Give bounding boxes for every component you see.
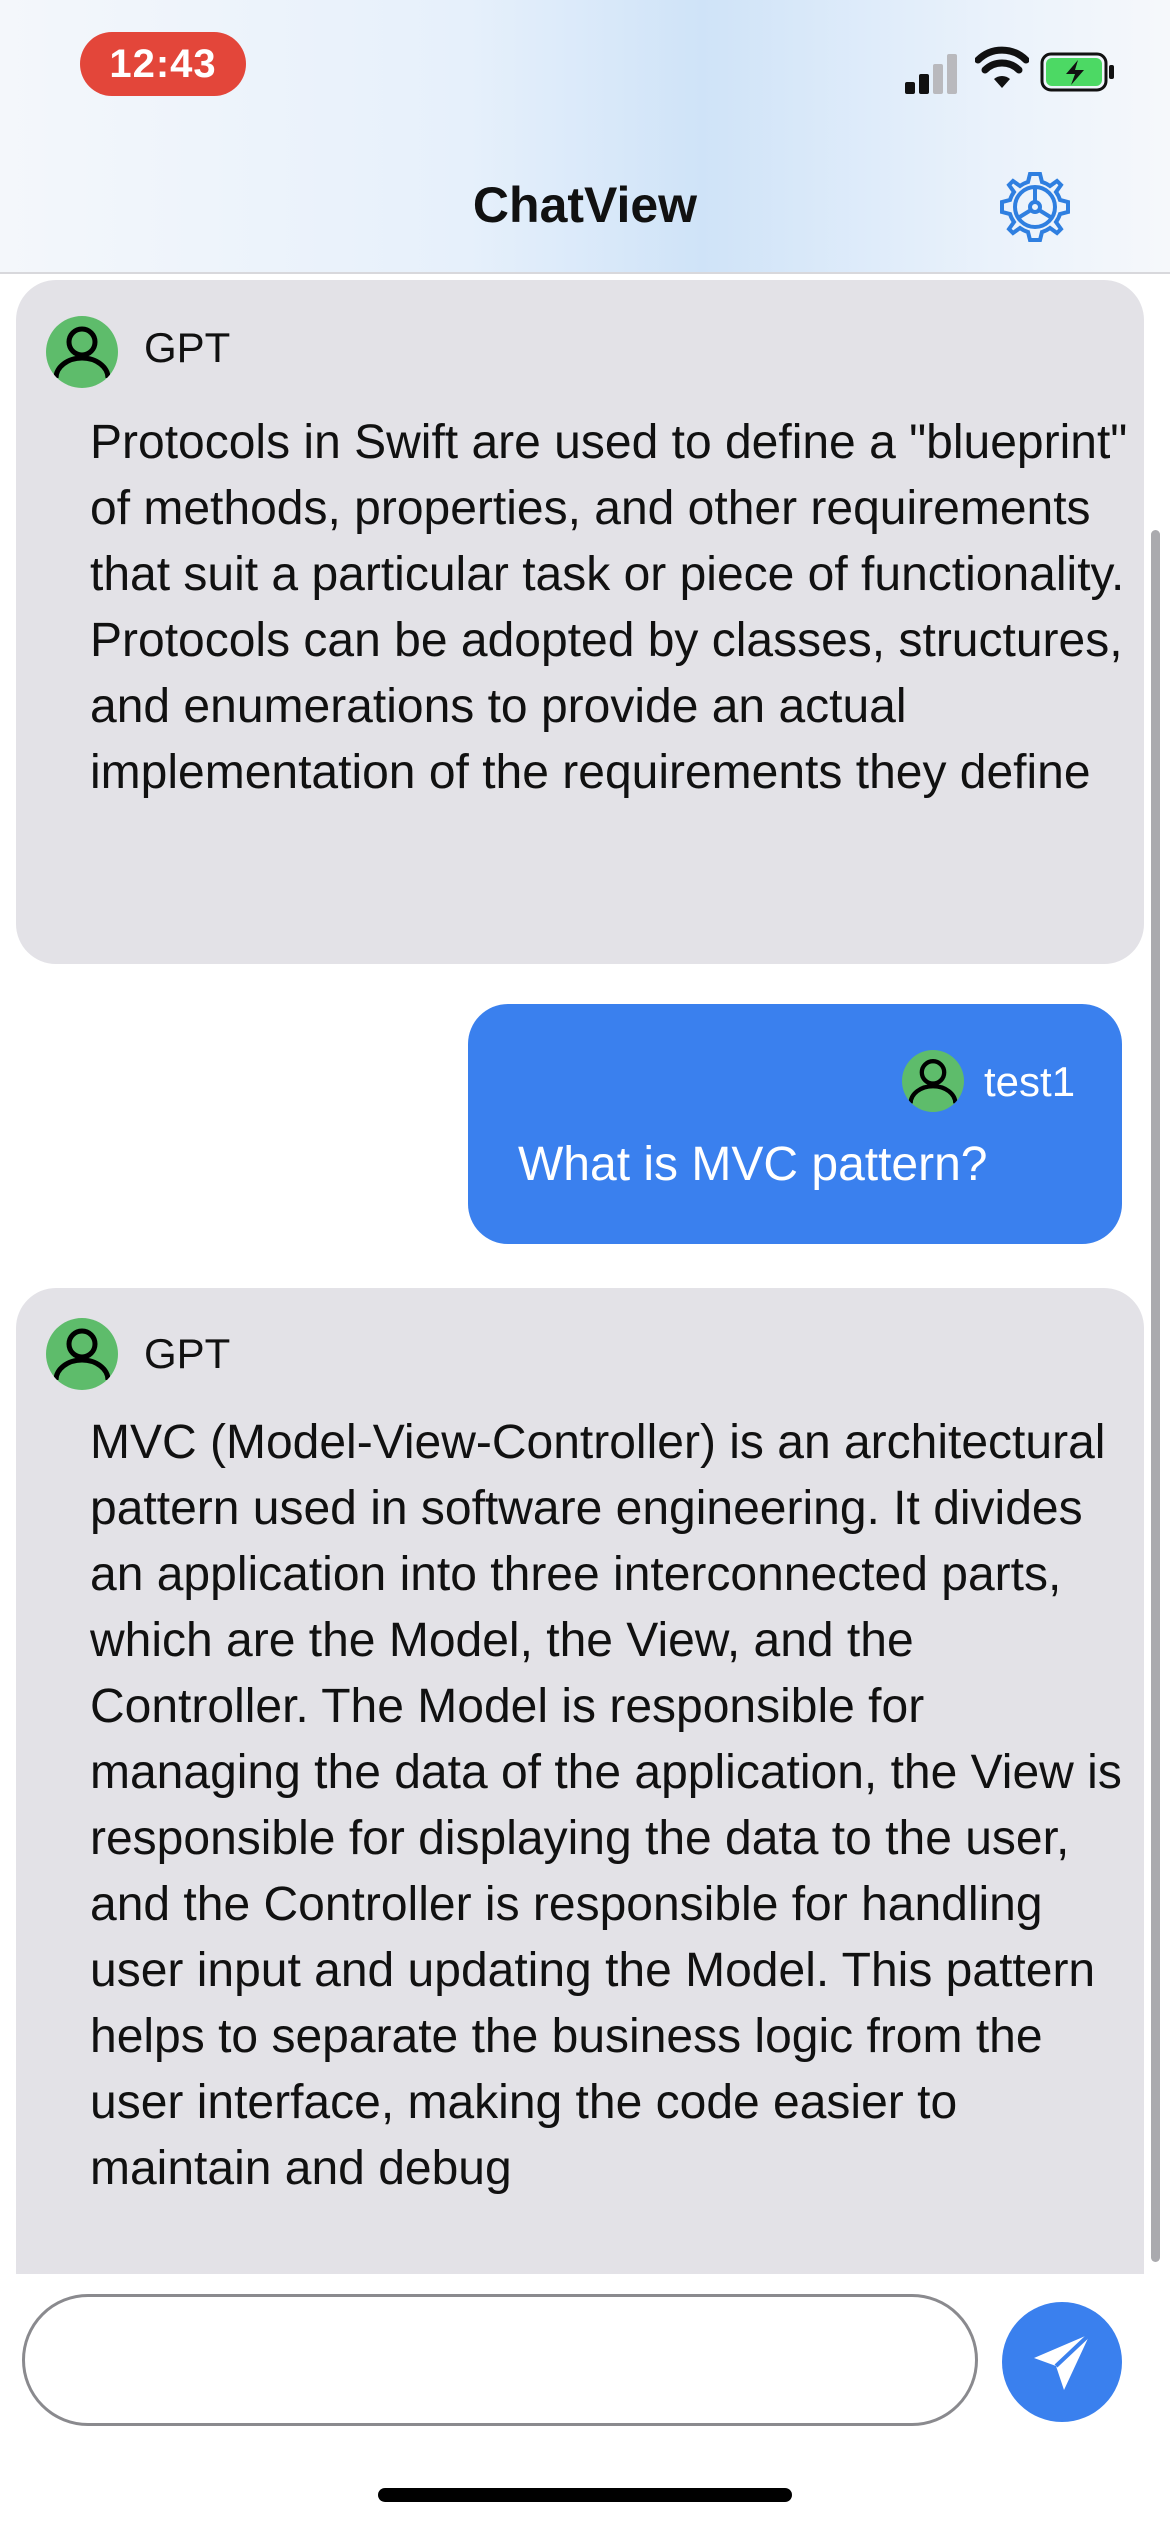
person-avatar-icon	[46, 1318, 118, 1390]
battery-charging-icon	[1040, 52, 1114, 92]
message-text: What is MVC pattern?	[518, 1138, 988, 1191]
person-avatar-icon	[46, 316, 118, 388]
wifi-icon	[975, 46, 1029, 88]
assistant-message-bubble: GPT Protocols in Swift are used to defin…	[16, 280, 1144, 964]
chat-scrollbar[interactable]	[1151, 530, 1160, 2262]
chat-scroll-area[interactable]: GPT Protocols in Swift are used to defin…	[0, 274, 1170, 2274]
sender-name: GPT	[144, 324, 231, 371]
sender-name: GPT	[144, 1330, 231, 1377]
message-input[interactable]	[22, 2294, 978, 2426]
message-text: Protocols in Swift are used to define a …	[90, 416, 1128, 799]
cellular-signal-icon	[905, 50, 959, 94]
sender-name: test1	[984, 1058, 1076, 1105]
top-bar: 12:43 ChatView	[0, 0, 1170, 274]
user-message-bubble: test1 What is MVC pattern?	[468, 1004, 1122, 1244]
send-button[interactable]	[1002, 2302, 1122, 2422]
paper-plane-icon	[1034, 2332, 1092, 2390]
nav-title: ChatView	[472, 177, 698, 233]
assistant-message-bubble: GPT MVC (Model-View-Controller) is an ar…	[16, 1288, 1144, 2274]
message-text: MVC (Model-View-Controller) is an archit…	[90, 1416, 1122, 2195]
gear-icon[interactable]	[996, 168, 1074, 246]
status-time: 12:43	[80, 32, 246, 96]
person-avatar-icon	[902, 1050, 964, 1112]
home-indicator[interactable]	[378, 2488, 792, 2502]
